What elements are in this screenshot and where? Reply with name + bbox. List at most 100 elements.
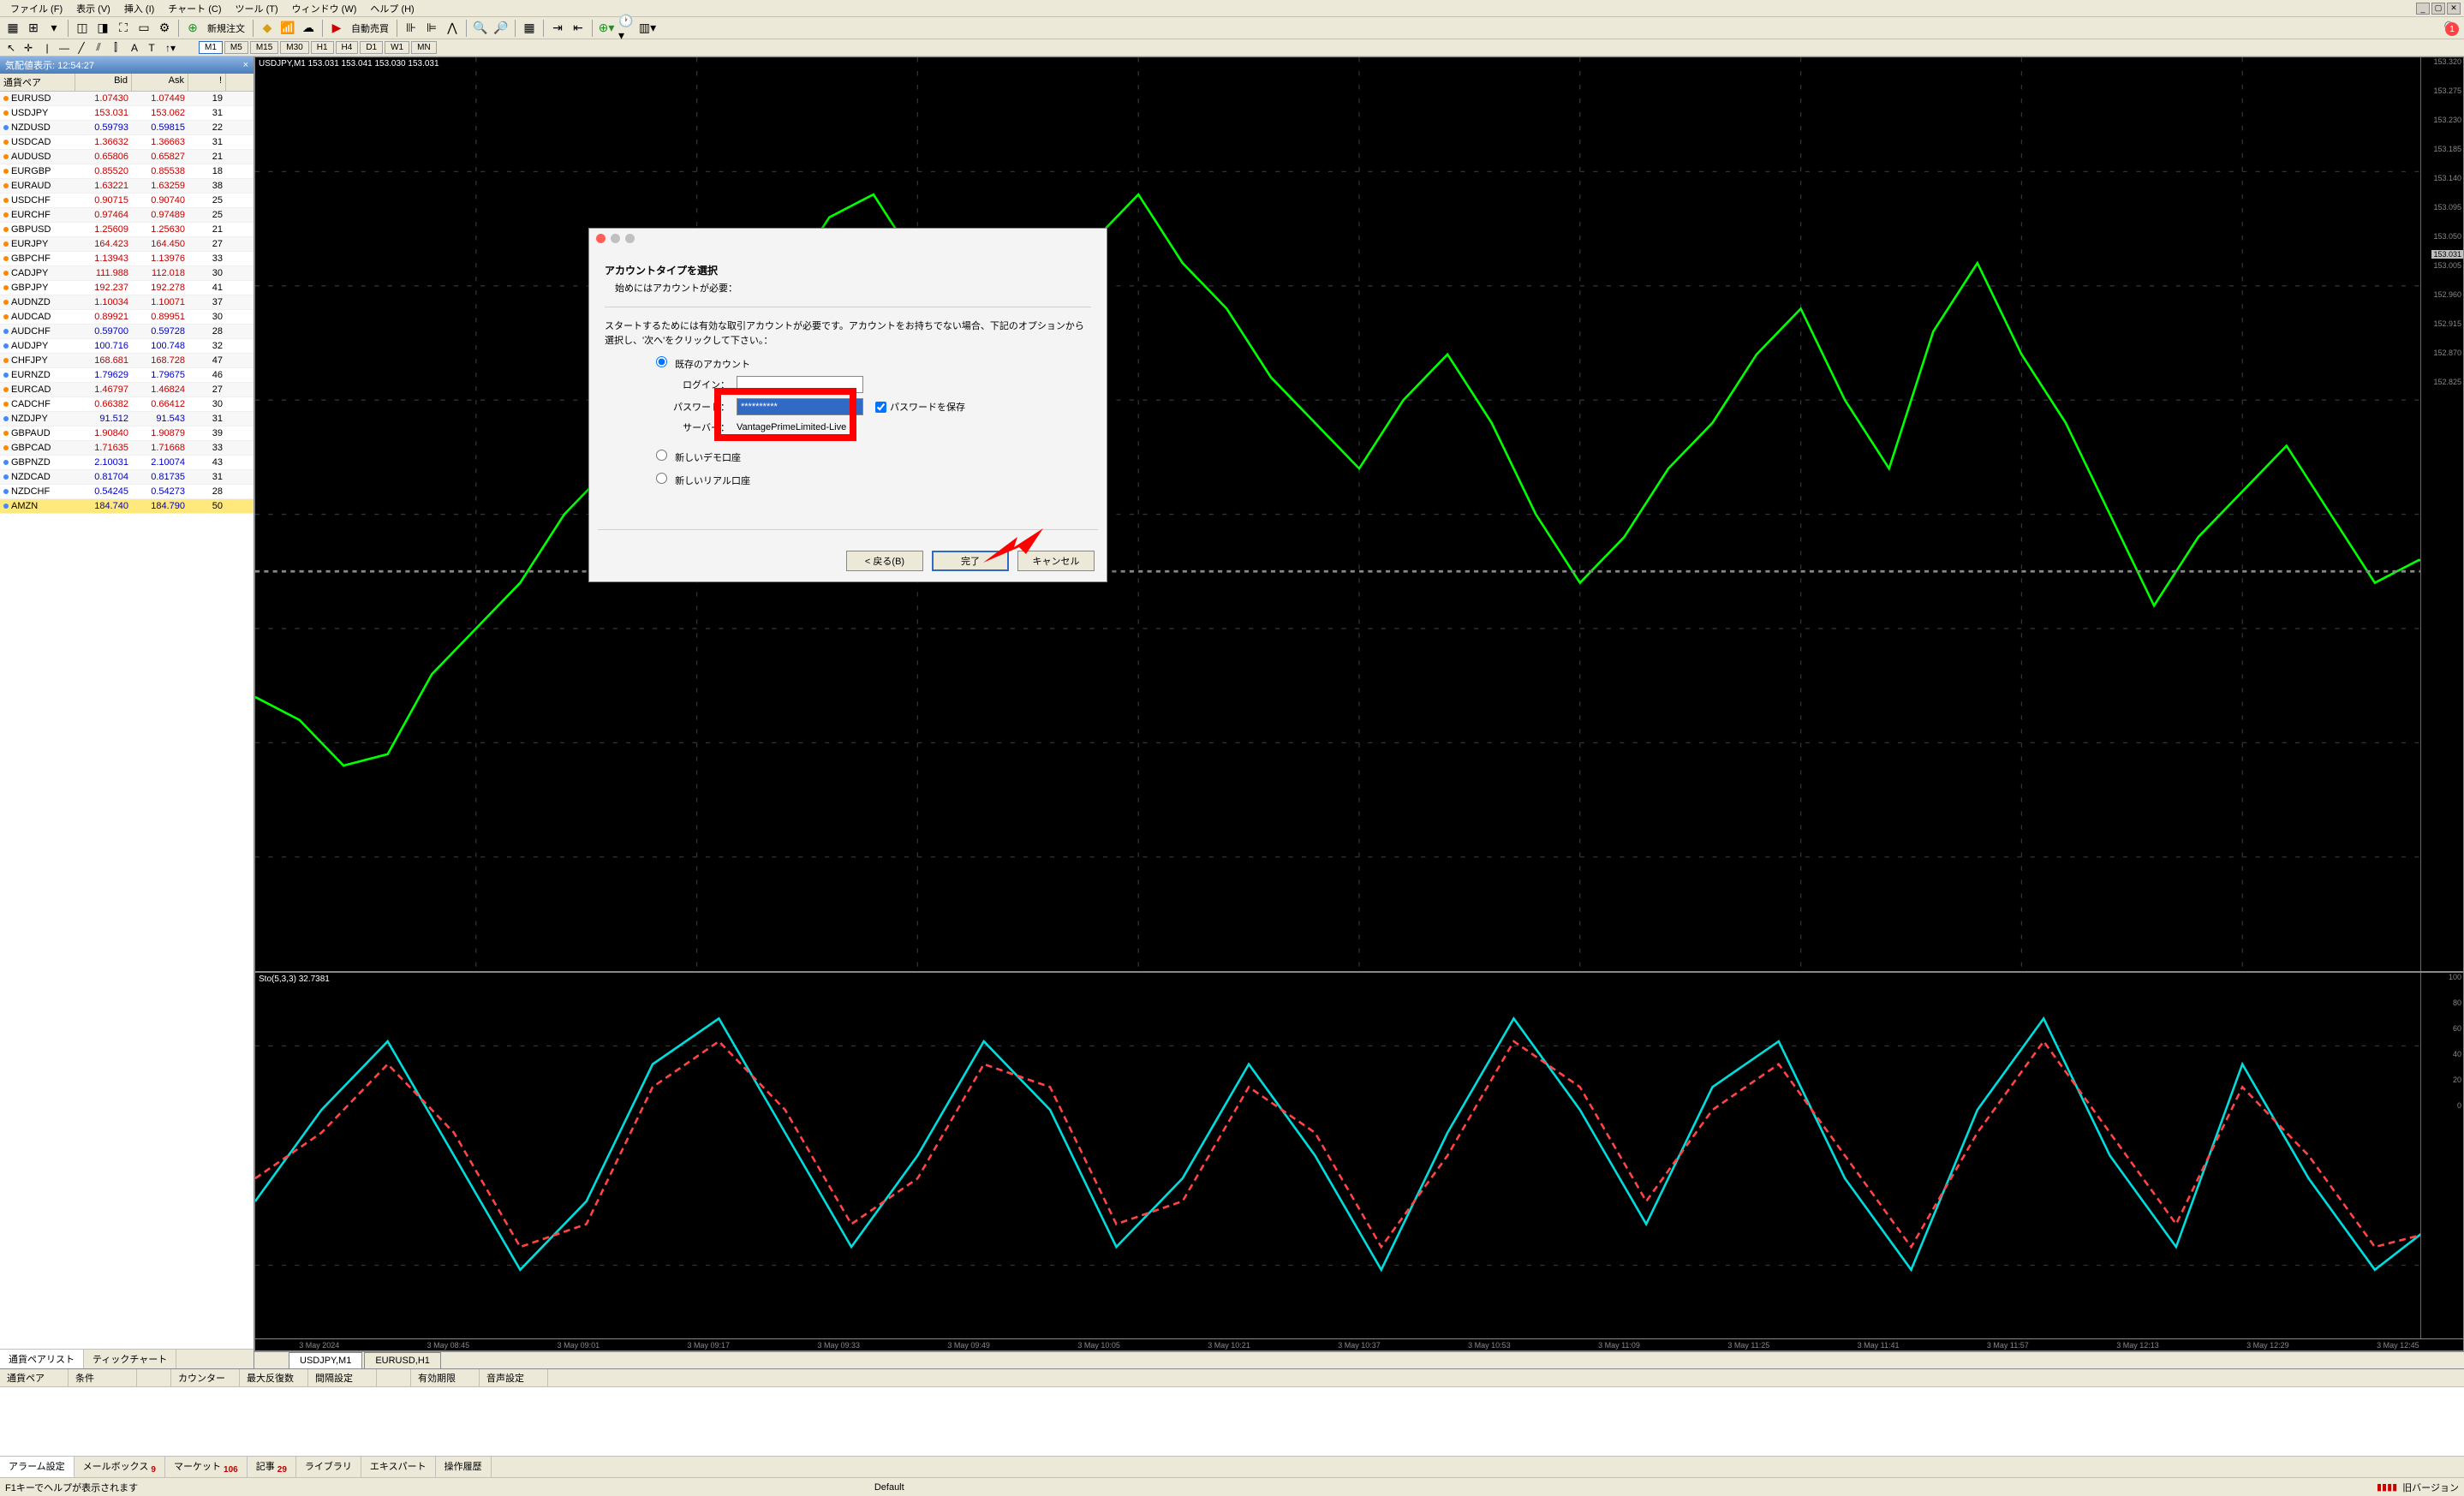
tf-m15[interactable]: M15 (250, 41, 278, 54)
bar-chart-icon[interactable]: ⊪ (402, 19, 421, 38)
hline-icon[interactable]: — (57, 40, 72, 56)
new-order-icon[interactable]: ⊕ (183, 19, 202, 38)
tf-w1[interactable]: W1 (385, 41, 409, 54)
menu-file[interactable]: ファイル (F) (3, 0, 69, 17)
terminal-tab[interactable]: メールボックス 9 (75, 1457, 165, 1477)
watch-row[interactable]: GBPCHF1.139431.1397633 (0, 252, 254, 266)
menu-tools[interactable]: ツール (T) (229, 0, 285, 17)
terminal-icon[interactable]: ▭ (134, 19, 153, 38)
watch-row[interactable]: EURUSD1.074301.0744919 (0, 92, 254, 106)
menu-chart[interactable]: チャート (C) (161, 0, 228, 17)
profiles-icon[interactable]: ⊞ (24, 19, 43, 38)
terminal-tab[interactable]: アラーム設定 (0, 1457, 75, 1477)
cursor-icon[interactable]: ↖ (3, 40, 19, 56)
shift-icon[interactable]: ⇤ (569, 19, 588, 38)
data-icon[interactable]: ◨ (93, 19, 112, 38)
tile-icon[interactable]: ▦ (520, 19, 539, 38)
dialog-close-icon[interactable] (596, 234, 606, 243)
password-input[interactable] (737, 398, 863, 415)
close-icon[interactable]: ✕ (2447, 3, 2461, 15)
watch-row[interactable]: AUDCAD0.899210.8995130 (0, 310, 254, 325)
dropdown-icon[interactable]: ▾ (45, 19, 63, 38)
save-password-checkbox[interactable] (875, 402, 886, 413)
radio-live[interactable] (656, 473, 667, 484)
watch-row[interactable]: AUDCHF0.597000.5972828 (0, 325, 254, 339)
watch-row[interactable]: USDJPY153.031153.06231 (0, 106, 254, 121)
minimize-icon[interactable]: _ (2416, 3, 2430, 15)
watch-row[interactable]: USDCAD1.366321.3666331 (0, 135, 254, 150)
tf-m30[interactable]: M30 (280, 41, 308, 54)
terminal-tab[interactable]: ライブラリ (296, 1457, 361, 1477)
zoom-in-icon[interactable]: 🔍 (471, 19, 490, 38)
tf-h4[interactable]: H4 (336, 41, 359, 54)
watch-row[interactable]: AUDUSD0.658060.6582721 (0, 150, 254, 164)
crosshair-icon[interactable]: ✛ (21, 40, 36, 56)
menu-window[interactable]: ウィンドウ (W) (285, 0, 364, 17)
main-chart[interactable]: USDJPY,M1 153.031 153.041 153.030 153.03… (254, 57, 2464, 972)
col-bid[interactable]: Bid (75, 74, 132, 91)
watch-row[interactable]: EURCHF0.974640.9748925 (0, 208, 254, 223)
watch-row[interactable]: GBPJPY192.237192.27841 (0, 281, 254, 295)
watch-row[interactable]: AMZN184.740184.79050 (0, 499, 254, 514)
watch-row[interactable]: GBPUSD1.256091.2563021 (0, 223, 254, 237)
market-watch-icon[interactable]: ◫ (73, 19, 92, 38)
new-chart-icon[interactable]: ▦ (3, 19, 22, 38)
back-button[interactable]: < 戻る(B) (846, 551, 923, 571)
scroll-icon[interactable]: ⇥ (548, 19, 567, 38)
chart-tab-usdjpy[interactable]: USDJPY,M1 (289, 1352, 362, 1368)
arrows-icon[interactable]: ↑▾ (163, 40, 178, 56)
watch-row[interactable]: GBPCAD1.716351.7166833 (0, 441, 254, 456)
watch-row[interactable]: NZDUSD0.597930.5981522 (0, 121, 254, 135)
new-order-label[interactable]: 新規注文 (204, 21, 248, 35)
watch-row[interactable]: EURJPY164.423164.45027 (0, 237, 254, 252)
candle-icon[interactable]: ⊫ (422, 19, 441, 38)
radio-demo[interactable] (656, 450, 667, 461)
menu-view[interactable]: 表示 (V) (69, 0, 117, 17)
market-watch-body[interactable]: EURUSD1.074301.0744919USDJPY153.031153.0… (0, 92, 254, 1349)
templates-icon[interactable]: ▥▾ (638, 19, 657, 38)
done-button[interactable]: 完了 (932, 551, 1009, 571)
periods-icon[interactable]: 🕐▾ (617, 19, 636, 38)
cloud-icon[interactable]: ☁ (299, 19, 318, 38)
login-input[interactable] (737, 376, 863, 393)
watch-row[interactable]: USDCHF0.907150.9074025 (0, 194, 254, 208)
zoom-out-icon[interactable]: 🔎 (492, 19, 510, 38)
watch-row[interactable]: AUDJPY100.716100.74832 (0, 339, 254, 354)
text-icon[interactable]: A (127, 40, 142, 56)
signal-icon[interactable]: 📶 (278, 19, 297, 38)
tf-h1[interactable]: H1 (311, 41, 334, 54)
watch-row[interactable]: AUDNZD1.100341.1007137 (0, 295, 254, 310)
col-spread[interactable]: ! (188, 74, 226, 91)
menu-help[interactable]: ヘルプ (H) (363, 0, 421, 17)
tf-m5[interactable]: M5 (224, 41, 248, 54)
terminal-tab[interactable]: マーケット 106 (165, 1457, 248, 1477)
tf-d1[interactable]: D1 (360, 41, 383, 54)
chart-tab-eurusd[interactable]: EURUSD,H1 (364, 1352, 441, 1368)
navigator-icon[interactable]: ⛶ (114, 19, 133, 38)
vline-icon[interactable]: | (39, 40, 55, 56)
menu-insert[interactable]: 挿入 (I) (117, 0, 161, 17)
watch-row[interactable]: EURAUD1.632211.6325938 (0, 179, 254, 194)
watch-row[interactable]: NZDCHF0.542450.5427328 (0, 485, 254, 499)
watch-row[interactable]: EURNZD1.796291.7967546 (0, 368, 254, 383)
terminal-tab[interactable]: エキスパート (361, 1457, 436, 1477)
radio-existing[interactable] (656, 356, 667, 367)
notification-badge[interactable]: 1 (2445, 22, 2459, 36)
autotrading-label[interactable]: 自動売買 (348, 21, 392, 35)
watch-row[interactable]: CHFJPY168.681168.72847 (0, 354, 254, 368)
line-chart-icon[interactable]: ⋀ (443, 19, 462, 38)
watch-row[interactable]: CADCHF0.663820.6641230 (0, 397, 254, 412)
label-icon[interactable]: T (144, 40, 159, 56)
watch-row[interactable]: GBPAUD1.908401.9087939 (0, 426, 254, 441)
market-watch-close-icon[interactable]: × (243, 60, 248, 70)
autotrading-icon[interactable]: ▶ (327, 19, 346, 38)
col-symbol[interactable]: 通貨ペア (0, 74, 75, 91)
watch-row[interactable]: GBPNZD2.100312.1007443 (0, 456, 254, 470)
channel-icon[interactable]: ⫽ (91, 40, 106, 56)
fibo-icon[interactable]: ⫿ (108, 40, 123, 56)
trendline-icon[interactable]: ╱ (74, 40, 89, 56)
col-ask[interactable]: Ask (132, 74, 188, 91)
watch-tab-symbols[interactable]: 通貨ペアリスト (0, 1350, 84, 1368)
watch-row[interactable]: NZDJPY91.51291.54331 (0, 412, 254, 426)
tester-icon[interactable]: ⚙ (155, 19, 174, 38)
